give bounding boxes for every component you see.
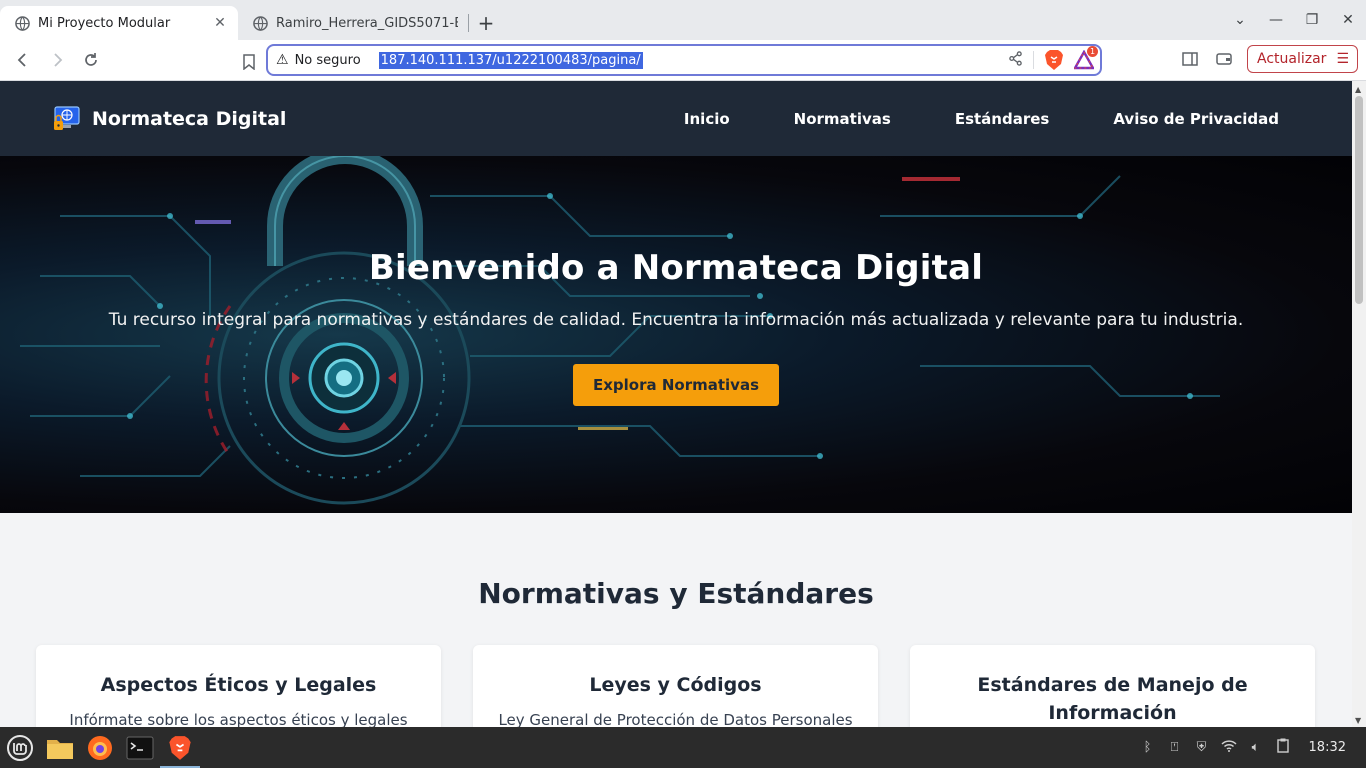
notification-badge: 1 (1087, 46, 1098, 57)
card-title: Leyes y Códigos (589, 674, 762, 696)
card-estandares-manejo: Estándares de Manejo de Información (910, 645, 1315, 727)
tab-mi-proyecto[interactable]: Mi Proyecto Modular ✕ (0, 6, 238, 40)
globe-icon (14, 15, 30, 31)
share-icon[interactable] (1008, 50, 1023, 70)
sidebar-icon[interactable] (1179, 48, 1201, 70)
card-text: Infórmate sobre los aspectos éticos y le… (69, 711, 408, 727)
card-title: Estándares de Manejo de Información (977, 674, 1248, 724)
address-bar[interactable]: ⚠ No seguro 187.140.111.137/u1222100483/… (266, 44, 1102, 76)
update-button[interactable]: Actualizar ☰ (1247, 45, 1358, 73)
tab-ramiro[interactable]: Ramiro_Herrera_GIDS5071-E_pra (238, 6, 468, 40)
section-title: Normativas y Estándares (478, 577, 874, 610)
page-scrollbar[interactable]: ▲ ▼ (1352, 81, 1366, 727)
brand-name: Normateca Digital (92, 107, 287, 130)
card-leyes-codigos: Leyes y Códigos Ley General de Protecció… (473, 645, 878, 727)
update-manager-icon[interactable]: ⍞ (1166, 740, 1184, 755)
scrollbar-thumb[interactable] (1355, 96, 1363, 304)
restore-icon[interactable]: ❐ (1294, 12, 1330, 28)
globe-icon (252, 15, 268, 31)
cards-grid: Aspectos Éticos y Legales Infórmate sobr… (36, 645, 1315, 727)
card-aspectos-eticos: Aspectos Éticos y Legales Infórmate sobr… (36, 645, 441, 727)
card-title: Aspectos Éticos y Legales (100, 674, 377, 696)
brave-rewards-icon[interactable]: 1 (1072, 46, 1098, 70)
browser-toolbar: ⚠ No seguro 187.140.111.137/u1222100483/… (0, 40, 1366, 81)
security-indicator[interactable]: ⚠ No seguro (276, 52, 379, 68)
hero-subtitle: Tu recurso integral para normativas y es… (108, 310, 1244, 330)
brave-shields-icon[interactable] (1044, 49, 1064, 71)
firefox-icon[interactable] (80, 727, 120, 768)
new-tab-button[interactable]: + (469, 6, 503, 40)
files-icon[interactable] (40, 727, 80, 768)
clock[interactable]: 18:32 (1309, 740, 1346, 755)
site-header: Normateca Digital Inicio Normativas Está… (0, 81, 1352, 156)
shield-icon[interactable]: ⛨ (1193, 740, 1211, 755)
explore-normativas-button[interactable]: Explora Normativas (573, 364, 779, 406)
nav-inicio[interactable]: Inicio (684, 110, 730, 128)
tab-title: Mi Proyecto Modular (38, 15, 171, 31)
scroll-up-icon[interactable]: ▲ (1355, 85, 1361, 94)
bluetooth-icon[interactable]: ᛒ (1139, 740, 1157, 755)
reload-icon[interactable] (74, 43, 108, 77)
divider (1033, 51, 1034, 69)
mint-menu-icon[interactable] (0, 727, 40, 768)
scroll-down-icon[interactable]: ▼ (1355, 716, 1361, 725)
url-text[interactable]: 187.140.111.137/u1222100483/pagina/ (378, 51, 643, 69)
window-controls: ⌄ — ❐ ✕ (1222, 0, 1366, 40)
tab-strip: Mi Proyecto Modular ✕ Ramiro_Herrera_GID… (0, 0, 1366, 40)
site-brand[interactable]: Normateca Digital (52, 104, 286, 134)
terminal-icon[interactable] (120, 727, 160, 768)
main-nav: Inicio Normativas Estándares Aviso de Pr… (684, 81, 1279, 156)
system-tray: ᛒ ⍞ ⛨ 🔈︎ 18:32 (1139, 727, 1366, 768)
os-taskbar: ᛒ ⍞ ⛨ 🔈︎ 18:32 (0, 727, 1366, 768)
nav-aviso-privacidad[interactable]: Aviso de Privacidad (1113, 110, 1279, 128)
nav-normativas[interactable]: Normativas (794, 110, 891, 128)
bookmark-icon[interactable] (232, 45, 266, 79)
hero-title: Bienvenido a Normateca Digital (368, 248, 984, 288)
clipboard-icon[interactable] (1274, 738, 1292, 757)
volume-icon[interactable]: 🔈︎ (1247, 740, 1265, 755)
card-text: Ley General de Protección de Datos Perso… (498, 711, 853, 727)
warning-icon: ⚠ (276, 52, 289, 68)
forward-icon[interactable] (40, 43, 74, 77)
page-viewport: Normateca Digital Inicio Normativas Está… (0, 81, 1352, 727)
menu-icon: ☰ (1336, 51, 1349, 67)
brave-icon[interactable] (160, 727, 200, 768)
nav-estandares[interactable]: Estándares (955, 110, 1050, 128)
back-icon[interactable] (6, 43, 40, 77)
wallet-icon[interactable] (1213, 48, 1235, 70)
close-window-icon[interactable]: ✕ (1330, 12, 1366, 28)
close-tab-icon[interactable]: ✕ (212, 15, 228, 31)
chevron-down-icon[interactable]: ⌄ (1222, 12, 1258, 28)
computer-lock-icon (52, 104, 82, 134)
hero-banner: Bienvenido a Normateca Digital Tu recurs… (0, 156, 1352, 513)
wifi-icon[interactable] (1220, 739, 1238, 756)
minimize-icon[interactable]: — (1258, 12, 1294, 28)
tab-title: Ramiro_Herrera_GIDS5071-E_pra (276, 15, 458, 31)
